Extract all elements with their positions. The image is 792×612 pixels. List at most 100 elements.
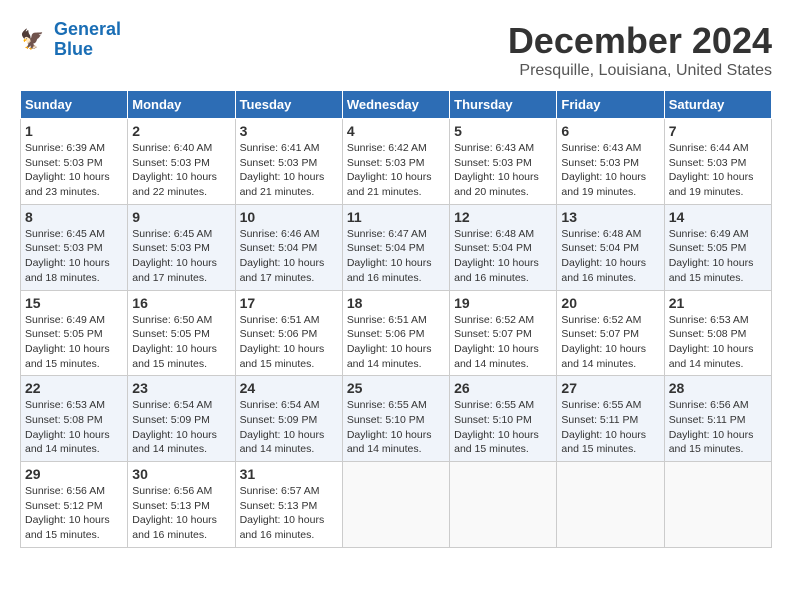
title-area: December 2024 Presquille, Louisiana, Uni… [508,20,772,80]
logo: 🦅 General Blue [20,20,121,60]
day-number: 28 [669,380,767,396]
day-cell: 9 Sunrise: 6:45 AM Sunset: 5:03 PM Dayli… [128,204,235,290]
day-info: Sunrise: 6:48 AM Sunset: 5:04 PM Dayligh… [561,227,659,286]
day-number: 13 [561,209,659,225]
day-cell: 21 Sunrise: 6:53 AM Sunset: 5:08 PM Dayl… [664,290,771,376]
day-number: 2 [132,123,230,139]
day-number: 8 [25,209,123,225]
day-cell: 11 Sunrise: 6:47 AM Sunset: 5:04 PM Dayl… [342,204,449,290]
day-info: Sunrise: 6:51 AM Sunset: 5:06 PM Dayligh… [240,313,338,372]
day-number: 25 [347,380,445,396]
day-info: Sunrise: 6:49 AM Sunset: 5:05 PM Dayligh… [25,313,123,372]
day-cell: 29 Sunrise: 6:56 AM Sunset: 5:12 PM Dayl… [21,462,128,548]
day-number: 24 [240,380,338,396]
day-number: 19 [454,295,552,311]
day-number: 5 [454,123,552,139]
col-header-friday: Friday [557,91,664,119]
day-info: Sunrise: 6:55 AM Sunset: 5:11 PM Dayligh… [561,398,659,457]
col-header-sunday: Sunday [21,91,128,119]
day-info: Sunrise: 6:56 AM Sunset: 5:13 PM Dayligh… [132,484,230,543]
calendar-table: SundayMondayTuesdayWednesdayThursdayFrid… [20,90,772,548]
day-cell: 5 Sunrise: 6:43 AM Sunset: 5:03 PM Dayli… [450,119,557,205]
day-number: 27 [561,380,659,396]
day-number: 23 [132,380,230,396]
day-cell: 18 Sunrise: 6:51 AM Sunset: 5:06 PM Dayl… [342,290,449,376]
day-info: Sunrise: 6:40 AM Sunset: 5:03 PM Dayligh… [132,141,230,200]
day-info: Sunrise: 6:52 AM Sunset: 5:07 PM Dayligh… [561,313,659,372]
day-info: Sunrise: 6:45 AM Sunset: 5:03 PM Dayligh… [132,227,230,286]
day-number: 11 [347,209,445,225]
day-cell: 4 Sunrise: 6:42 AM Sunset: 5:03 PM Dayli… [342,119,449,205]
col-header-thursday: Thursday [450,91,557,119]
col-header-tuesday: Tuesday [235,91,342,119]
col-header-saturday: Saturday [664,91,771,119]
day-cell: 10 Sunrise: 6:46 AM Sunset: 5:04 PM Dayl… [235,204,342,290]
day-cell: 31 Sunrise: 6:57 AM Sunset: 5:13 PM Dayl… [235,462,342,548]
day-cell: 30 Sunrise: 6:56 AM Sunset: 5:13 PM Dayl… [128,462,235,548]
day-cell [557,462,664,548]
day-info: Sunrise: 6:53 AM Sunset: 5:08 PM Dayligh… [669,313,767,372]
day-info: Sunrise: 6:55 AM Sunset: 5:10 PM Dayligh… [454,398,552,457]
day-number: 3 [240,123,338,139]
day-info: Sunrise: 6:53 AM Sunset: 5:08 PM Dayligh… [25,398,123,457]
day-cell: 2 Sunrise: 6:40 AM Sunset: 5:03 PM Dayli… [128,119,235,205]
day-number: 1 [25,123,123,139]
day-info: Sunrise: 6:57 AM Sunset: 5:13 PM Dayligh… [240,484,338,543]
day-number: 4 [347,123,445,139]
day-number: 18 [347,295,445,311]
day-cell: 24 Sunrise: 6:54 AM Sunset: 5:09 PM Dayl… [235,376,342,462]
day-info: Sunrise: 6:54 AM Sunset: 5:09 PM Dayligh… [132,398,230,457]
day-number: 17 [240,295,338,311]
day-number: 26 [454,380,552,396]
day-number: 21 [669,295,767,311]
day-number: 22 [25,380,123,396]
day-info: Sunrise: 6:49 AM Sunset: 5:05 PM Dayligh… [669,227,767,286]
day-info: Sunrise: 6:42 AM Sunset: 5:03 PM Dayligh… [347,141,445,200]
week-row-4: 22 Sunrise: 6:53 AM Sunset: 5:08 PM Dayl… [21,376,772,462]
day-cell: 17 Sunrise: 6:51 AM Sunset: 5:06 PM Dayl… [235,290,342,376]
col-header-wednesday: Wednesday [342,91,449,119]
day-cell: 25 Sunrise: 6:55 AM Sunset: 5:10 PM Dayl… [342,376,449,462]
day-number: 15 [25,295,123,311]
svg-text:🦅: 🦅 [20,27,44,51]
day-info: Sunrise: 6:51 AM Sunset: 5:06 PM Dayligh… [347,313,445,372]
col-header-monday: Monday [128,91,235,119]
week-row-5: 29 Sunrise: 6:56 AM Sunset: 5:12 PM Dayl… [21,462,772,548]
day-info: Sunrise: 6:56 AM Sunset: 5:11 PM Dayligh… [669,398,767,457]
day-number: 16 [132,295,230,311]
day-number: 31 [240,466,338,482]
day-info: Sunrise: 6:43 AM Sunset: 5:03 PM Dayligh… [561,141,659,200]
week-row-3: 15 Sunrise: 6:49 AM Sunset: 5:05 PM Dayl… [21,290,772,376]
day-info: Sunrise: 6:54 AM Sunset: 5:09 PM Dayligh… [240,398,338,457]
day-info: Sunrise: 6:48 AM Sunset: 5:04 PM Dayligh… [454,227,552,286]
day-cell: 15 Sunrise: 6:49 AM Sunset: 5:05 PM Dayl… [21,290,128,376]
subtitle: Presquille, Louisiana, United States [508,62,772,80]
logo-blue: Blue [54,40,121,60]
day-cell: 22 Sunrise: 6:53 AM Sunset: 5:08 PM Dayl… [21,376,128,462]
day-cell: 20 Sunrise: 6:52 AM Sunset: 5:07 PM Dayl… [557,290,664,376]
day-number: 29 [25,466,123,482]
day-cell: 1 Sunrise: 6:39 AM Sunset: 5:03 PM Dayli… [21,119,128,205]
header: 🦅 General Blue December 2024 Presquille,… [20,20,772,80]
day-cell [342,462,449,548]
day-cell [450,462,557,548]
day-number: 12 [454,209,552,225]
day-info: Sunrise: 6:41 AM Sunset: 5:03 PM Dayligh… [240,141,338,200]
header-row: SundayMondayTuesdayWednesdayThursdayFrid… [21,91,772,119]
logo-general: General [54,19,121,39]
day-info: Sunrise: 6:44 AM Sunset: 5:03 PM Dayligh… [669,141,767,200]
day-info: Sunrise: 6:50 AM Sunset: 5:05 PM Dayligh… [132,313,230,372]
day-cell: 26 Sunrise: 6:55 AM Sunset: 5:10 PM Dayl… [450,376,557,462]
day-number: 30 [132,466,230,482]
day-cell: 23 Sunrise: 6:54 AM Sunset: 5:09 PM Dayl… [128,376,235,462]
day-info: Sunrise: 6:46 AM Sunset: 5:04 PM Dayligh… [240,227,338,286]
day-info: Sunrise: 6:55 AM Sunset: 5:10 PM Dayligh… [347,398,445,457]
day-number: 6 [561,123,659,139]
day-info: Sunrise: 6:52 AM Sunset: 5:07 PM Dayligh… [454,313,552,372]
day-cell: 8 Sunrise: 6:45 AM Sunset: 5:03 PM Dayli… [21,204,128,290]
logo-icon: 🦅 [20,25,50,55]
day-cell: 13 Sunrise: 6:48 AM Sunset: 5:04 PM Dayl… [557,204,664,290]
day-info: Sunrise: 6:39 AM Sunset: 5:03 PM Dayligh… [25,141,123,200]
day-cell: 28 Sunrise: 6:56 AM Sunset: 5:11 PM Dayl… [664,376,771,462]
day-cell: 27 Sunrise: 6:55 AM Sunset: 5:11 PM Dayl… [557,376,664,462]
